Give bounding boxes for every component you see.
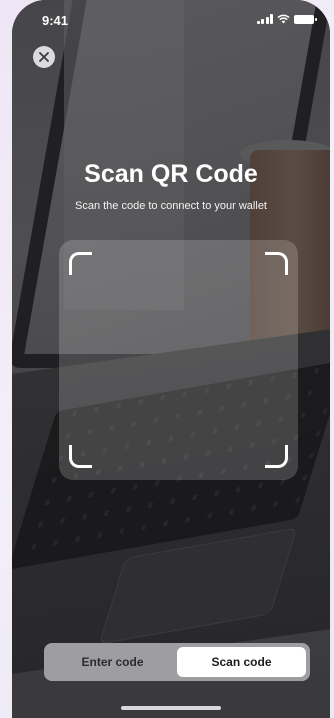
wifi-icon bbox=[277, 14, 290, 24]
mode-toggle: Enter code Scan code bbox=[44, 643, 310, 681]
home-indicator[interactable] bbox=[121, 706, 221, 710]
close-icon bbox=[39, 52, 49, 62]
scan-frame-corner-bottom-right bbox=[265, 445, 288, 468]
status-time: 9:41 bbox=[42, 13, 69, 28]
battery-icon bbox=[294, 14, 317, 24]
scan-frame-corner-top-left bbox=[69, 252, 92, 275]
enter-code-tab[interactable]: Enter code bbox=[48, 647, 177, 677]
status-bar: 9:41 bbox=[12, 0, 330, 40]
scan-code-tab[interactable]: Scan code bbox=[177, 647, 306, 677]
scan-frame-corner-bottom-left bbox=[69, 445, 92, 468]
close-button[interactable] bbox=[33, 46, 55, 68]
phone-frame: 9:41 Scan QR Code Scan the code to conne… bbox=[12, 0, 330, 718]
qr-scan-area bbox=[59, 240, 298, 480]
status-icons bbox=[256, 14, 317, 24]
page-subtitle: Scan the code to connect to your wallet bbox=[74, 200, 267, 212]
scan-frame-corner-top-right bbox=[265, 252, 288, 275]
cellular-signal-icon bbox=[256, 14, 273, 24]
page-title: Scan QR Code bbox=[84, 160, 258, 188]
